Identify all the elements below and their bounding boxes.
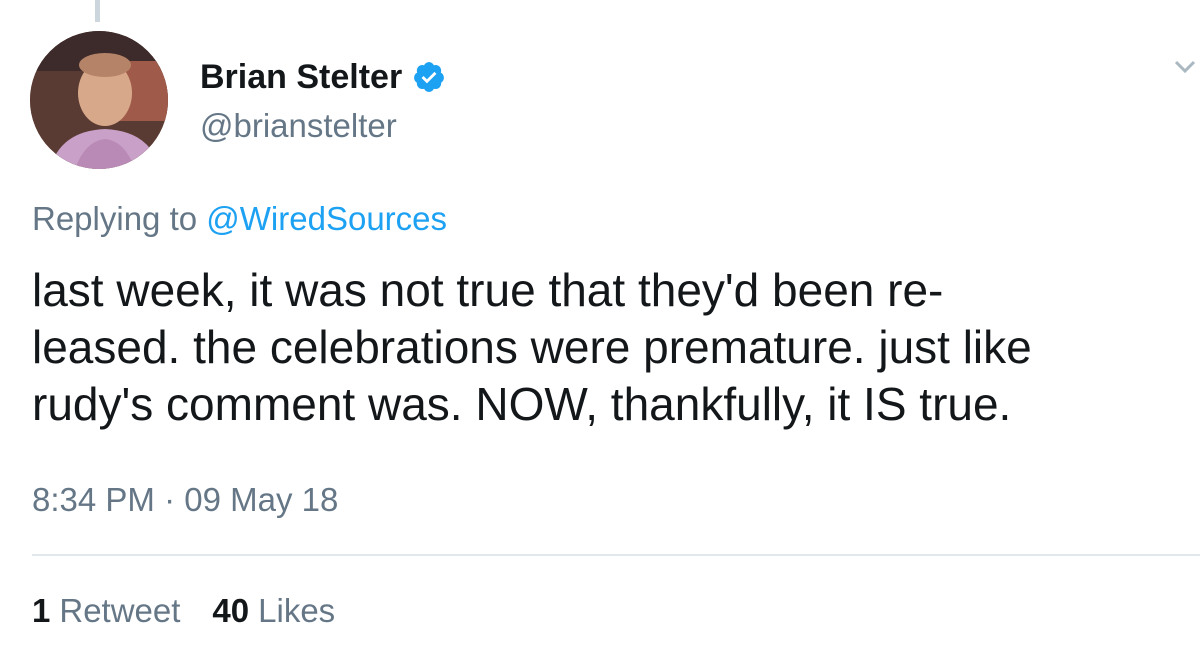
chevron-down-icon[interactable] (1170, 52, 1200, 82)
retweets-label: Retweet (59, 592, 181, 629)
thread-line (95, 0, 100, 22)
author-display-name[interactable]: Brian Stelter (200, 58, 402, 97)
replying-to-line: Replying to @WiredSources (32, 200, 447, 238)
replying-to-label: Replying to (32, 200, 198, 237)
replying-to-mention-link[interactable]: @WiredSources (206, 200, 447, 237)
tweet-card: Brian Stelter @brianstelter Replying to … (0, 0, 1200, 647)
likes-label: Likes (258, 592, 336, 629)
tweet-text-line: rudy's comment was. NOW, thankfully, it … (32, 378, 1012, 430)
tweet-text-line: last week, it was not true that they'd b… (32, 264, 944, 316)
likes-count: 40 (212, 592, 250, 629)
tweet-text-line: leased. the celebrations were premature.… (32, 321, 1032, 373)
author-handle[interactable]: @brianstelter (200, 107, 397, 145)
likes-stat[interactable]: 40 Likes (212, 592, 335, 630)
tweet-timestamp[interactable]: 8:34 PM · 09 May 18 (32, 481, 338, 519)
retweets-count: 1 (32, 592, 51, 629)
tweet-text: last week, it was not true that they'd b… (32, 262, 1200, 433)
avatar[interactable] (30, 31, 168, 169)
divider (32, 554, 1200, 556)
tweet-stats: 1 Retweet 40 Likes (32, 592, 367, 630)
retweets-stat[interactable]: 1 Retweet (32, 592, 180, 630)
author-name-row[interactable]: Brian Stelter (200, 55, 446, 99)
avatar-image (30, 31, 168, 169)
verified-badge-icon (412, 60, 446, 94)
